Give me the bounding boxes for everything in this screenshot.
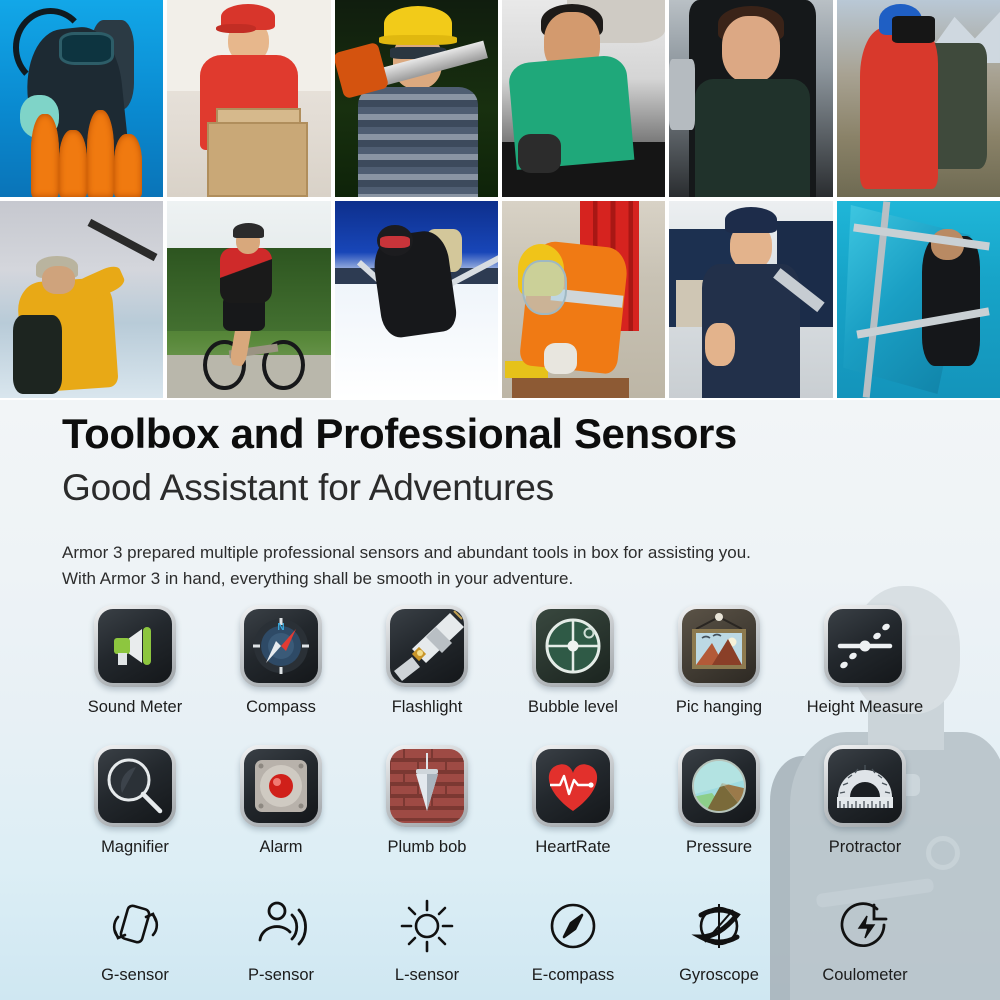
sensors-row-3: G-sensor P-sensor L-sensor E-compass Gyr… xyxy=(0,895,1000,985)
tool-compass[interactable]: N Compass xyxy=(208,605,354,717)
feature-section: Toolbox and Professional Sensors Good As… xyxy=(0,400,1000,1000)
sensor-coulometer[interactable]: Coulometer xyxy=(792,895,938,985)
photo-fisherman xyxy=(0,201,164,398)
photo-skier xyxy=(334,201,498,398)
sensor-label: Coulometer xyxy=(822,966,908,984)
tool-plumb-bob[interactable]: Plumb bob xyxy=(354,745,500,857)
tool-label: Height Measure xyxy=(806,698,924,716)
sensor-l-sensor[interactable]: L-sensor xyxy=(354,895,500,985)
sensor-label: G-sensor xyxy=(101,966,169,984)
compass-icon: N xyxy=(240,605,322,687)
sensor-label: P-sensor xyxy=(247,966,315,984)
sensor-gyroscope[interactable]: Gyroscope xyxy=(646,895,792,985)
section-headings: Toolbox and Professional Sensors Good As… xyxy=(0,400,1000,593)
tool-heart-rate[interactable]: HeartRate xyxy=(500,745,646,857)
tool-alarm[interactable]: Alarm xyxy=(208,745,354,857)
alarm-button-icon xyxy=(240,745,322,827)
tool-flashlight[interactable]: Flashlight xyxy=(354,605,500,717)
magnifier-icon xyxy=(94,745,176,827)
bubble-level-icon xyxy=(532,605,614,687)
description-line-1: Armor 3 prepared multiple professional s… xyxy=(62,543,751,563)
tool-label: Magnifier xyxy=(101,838,169,856)
photo-forestry-worker xyxy=(334,0,498,197)
tools-row-1: Sound Meter N Compass Flashlight Bubble … xyxy=(0,605,1000,717)
description-line-2: With Armor 3 in hand, everything shall b… xyxy=(62,569,574,589)
pressure-gauge-icon xyxy=(678,745,760,827)
picture-frame-icon xyxy=(678,605,760,687)
tool-label: Protractor xyxy=(828,838,902,856)
megaphone-icon xyxy=(94,605,176,687)
photo-auto-technician xyxy=(669,201,833,398)
tool-protractor[interactable]: Protractor xyxy=(792,745,938,857)
tool-label: Compass xyxy=(246,698,316,716)
photo-truck-driver xyxy=(669,0,833,197)
l-sensor-icon xyxy=(396,895,458,957)
tool-label: HeartRate xyxy=(535,838,611,856)
photo-photographer xyxy=(836,0,1000,197)
sensor-label: Gyroscope xyxy=(679,966,759,984)
photo-delivery-man xyxy=(167,0,331,197)
sensor-label: L-sensor xyxy=(394,966,460,984)
photo-scuba-diver xyxy=(0,0,164,197)
sensor-e-compass[interactable]: E-compass xyxy=(500,895,646,985)
height-measure-icon xyxy=(824,605,906,687)
tool-label: Plumb bob xyxy=(387,838,467,856)
g-sensor-icon xyxy=(104,895,166,957)
tool-label: Bubble level xyxy=(528,698,618,716)
tool-pressure[interactable]: Pressure xyxy=(646,745,792,857)
section-description: Armor 3 prepared multiple professional s… xyxy=(62,540,1000,593)
page-subtitle: Good Assistant for Adventures xyxy=(62,467,554,509)
hero-photo-grid xyxy=(0,0,1000,400)
tool-sound-meter[interactable]: Sound Meter xyxy=(62,605,208,717)
p-sensor-icon xyxy=(250,895,312,957)
coulometer-icon xyxy=(834,895,896,957)
flashlight-icon xyxy=(386,605,468,687)
photo-cyclist xyxy=(167,201,331,398)
photo-hazmat-worker xyxy=(501,201,666,398)
tool-label: Pressure xyxy=(685,838,753,856)
tool-label: Alarm xyxy=(259,838,303,856)
tool-height-measure[interactable]: Height Measure xyxy=(792,605,938,717)
sensor-label: E-compass xyxy=(531,966,615,984)
tool-label: Sound Meter xyxy=(87,698,183,716)
photo-windsurfer xyxy=(836,201,1000,398)
plumb-bob-icon xyxy=(386,745,468,827)
tool-bubble-level[interactable]: Bubble level xyxy=(500,605,646,717)
e-compass-icon xyxy=(542,895,604,957)
tool-magnifier[interactable]: Magnifier xyxy=(62,745,208,857)
protractor-icon xyxy=(824,745,906,827)
tools-row-2: Magnifier Alarm Plumb bob HeartRate Pres… xyxy=(0,745,1000,857)
sensor-p-sensor[interactable]: P-sensor xyxy=(208,895,354,985)
tool-pic-hanging[interactable]: Pic hanging xyxy=(646,605,792,717)
photo-mechanic xyxy=(501,0,666,197)
page-title: Toolbox and Professional Sensors xyxy=(62,410,737,457)
heart-rate-icon xyxy=(532,745,614,827)
tool-label: Flashlight xyxy=(391,698,463,716)
gyroscope-icon xyxy=(688,895,750,957)
svg-text:N: N xyxy=(277,622,284,633)
tool-label: Pic hanging xyxy=(675,698,763,716)
sensor-g-sensor[interactable]: G-sensor xyxy=(62,895,208,985)
